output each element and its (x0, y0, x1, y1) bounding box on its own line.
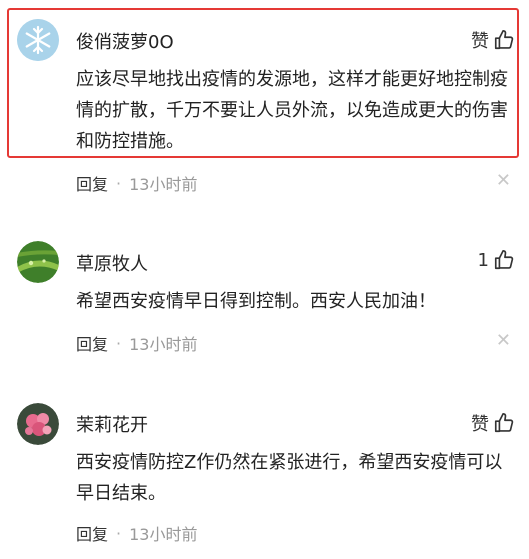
like-label: 赞 (471, 31, 489, 52)
timestamp: 13小时前 (129, 175, 198, 194)
timestamp: 13小时前 (129, 525, 198, 544)
thumbs-up-icon (494, 250, 514, 270)
avatar[interactable] (17, 403, 59, 445)
comment-text: 西安疫情防控Z作仍然在紧张进行，希望西安疫情可以早日结束。 (76, 452, 503, 504)
separator-dot: · (116, 173, 122, 193)
username[interactable]: 草原牧人 (76, 250, 148, 276)
reply-button[interactable]: 回复 (76, 171, 108, 195)
like-label: 赞 (471, 414, 489, 435)
avatar[interactable] (17, 241, 59, 283)
snowflake-icon (17, 19, 59, 61)
username[interactable]: 茉莉花开 (76, 411, 148, 437)
like-count: 1 (477, 249, 489, 271)
username[interactable]: 俊俏菠萝0O (76, 28, 174, 54)
close-icon[interactable]: ✕ (496, 172, 511, 190)
reply-button[interactable]: 回复 (76, 331, 108, 355)
reply-button[interactable]: 回复 (76, 521, 108, 545)
flower-icon (17, 403, 59, 445)
separator-dot: · (116, 333, 122, 353)
comment-meta: 回复 · 13小时前 (76, 171, 197, 195)
leaf-icon (17, 241, 59, 283)
comment-text: 应该尽早地找出疫情的发源地，这样才能更好地控制疫情的扩散，千万不要让人员外流，以… (76, 69, 508, 152)
avatar[interactable] (17, 19, 59, 61)
comment-text: 希望西安疫情早日得到控制。西安人民加油！ (76, 291, 436, 312)
like-button[interactable]: 1 (478, 249, 515, 271)
like-button[interactable]: 赞 (471, 410, 515, 436)
like-button[interactable]: 赞 (471, 27, 515, 53)
thumbs-up-icon (494, 413, 514, 433)
comment-meta: 回复 · 13小时前 (76, 331, 197, 355)
thumbs-up-icon (494, 30, 514, 50)
separator-dot: · (116, 523, 122, 543)
timestamp: 13小时前 (129, 335, 198, 354)
close-icon[interactable]: ✕ (496, 332, 511, 350)
comment-meta: 回复 · 13小时前 (76, 521, 197, 545)
